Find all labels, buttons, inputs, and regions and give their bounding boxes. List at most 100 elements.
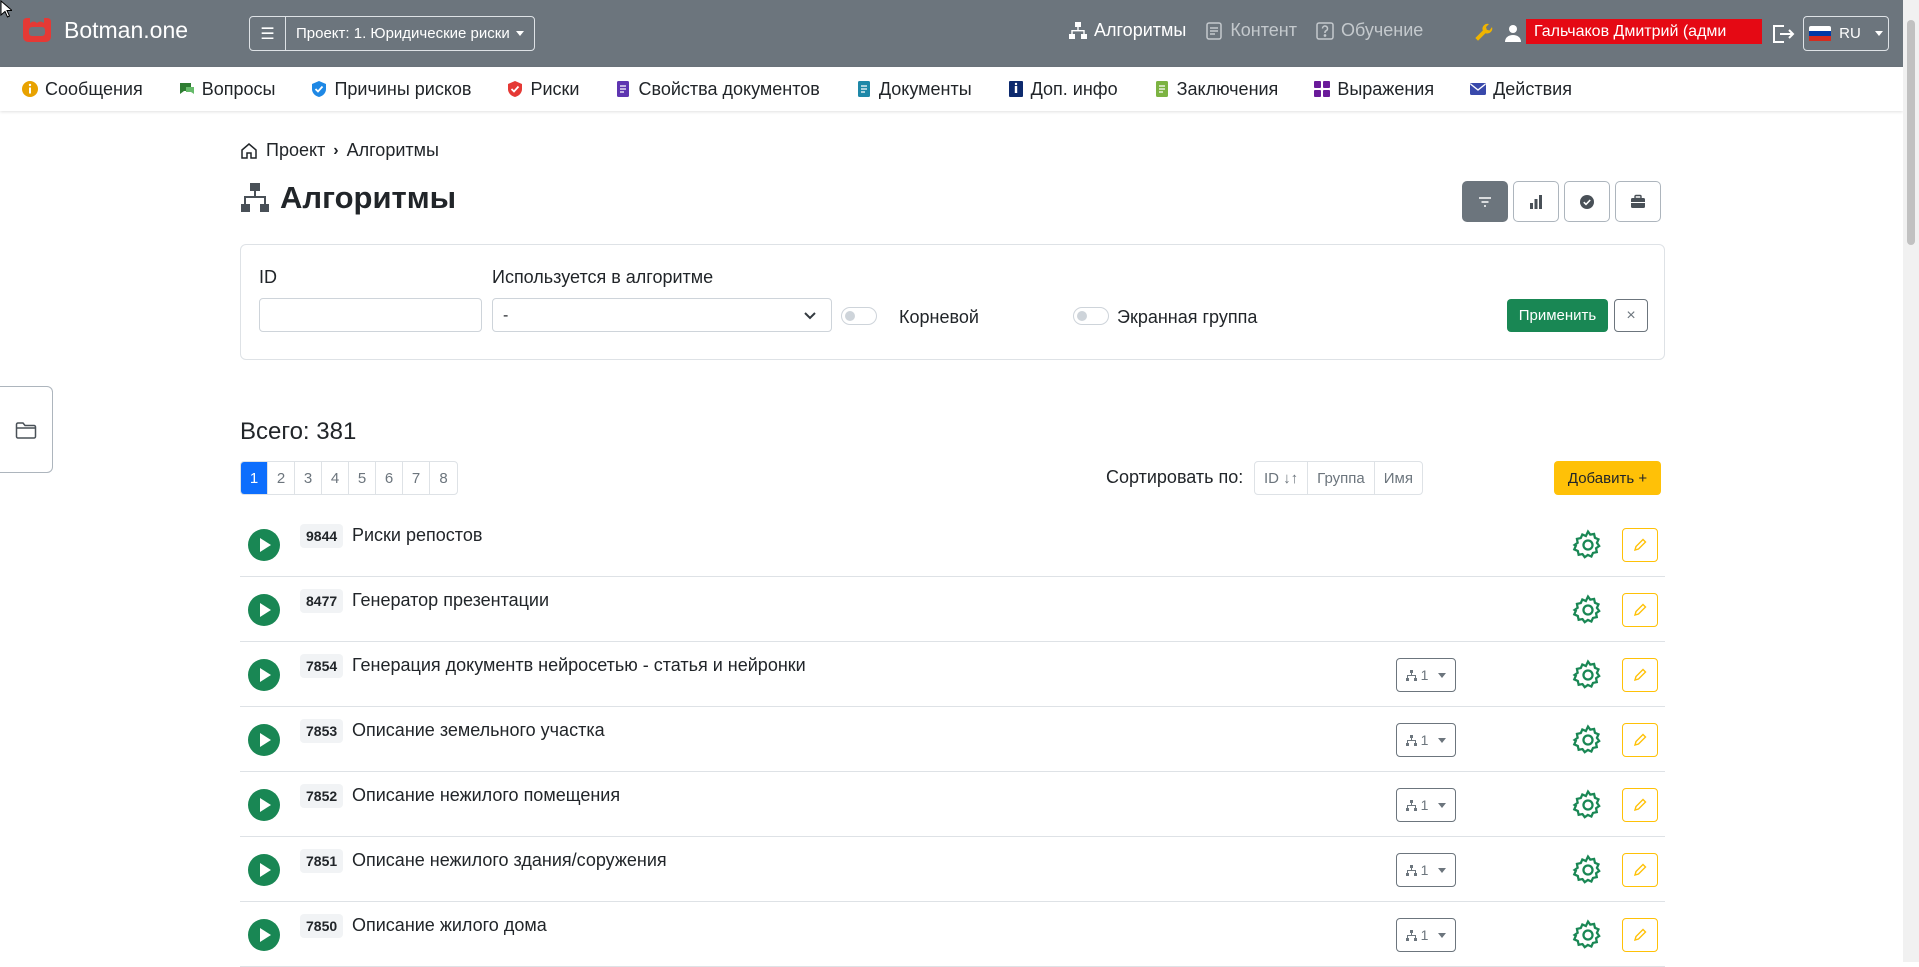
page-4[interactable]: 4 — [322, 462, 349, 494]
check-badge-icon — [1580, 194, 1594, 209]
gear-icon[interactable] — [1571, 853, 1605, 887]
logout-icon[interactable] — [1770, 22, 1796, 46]
add-algorithm-button[interactable]: Добавить + — [1554, 461, 1661, 495]
filter-icon — [1479, 196, 1491, 207]
edit-button[interactable] — [1622, 723, 1658, 757]
gear-icon[interactable] — [1571, 528, 1605, 562]
menu-item-documents[interactable]: Документы — [855, 79, 972, 100]
archive-button[interactable] — [1615, 181, 1661, 222]
menu-item-questions[interactable]: Вопросы — [178, 79, 275, 100]
page-6[interactable]: 6 — [376, 462, 403, 494]
language-selector[interactable]: RU — [1803, 16, 1889, 51]
play-icon[interactable] — [248, 724, 280, 756]
clear-filter-button[interactable]: × — [1614, 299, 1648, 332]
play-icon[interactable] — [248, 529, 280, 561]
folder-panel-toggle[interactable] — [0, 386, 53, 473]
page-8[interactable]: 8 — [430, 462, 457, 494]
brand-name: Botman.one — [64, 16, 189, 43]
pencil-icon — [1633, 668, 1647, 682]
play-icon[interactable] — [248, 789, 280, 821]
gear-icon[interactable] — [1571, 723, 1605, 757]
pencil-icon — [1633, 863, 1647, 877]
play-icon[interactable] — [248, 919, 280, 951]
used-by-dropdown[interactable]: 1 — [1396, 658, 1456, 692]
edit-button[interactable] — [1622, 658, 1658, 692]
menu-item-conclusions[interactable]: Заключения — [1153, 78, 1279, 100]
play-icon[interactable] — [248, 854, 280, 886]
page-5[interactable]: 5 — [349, 462, 376, 494]
sort-by-name-button[interactable]: Имя — [1375, 462, 1422, 494]
used-in-select[interactable]: - — [492, 298, 832, 332]
caret-down-icon — [1438, 932, 1447, 938]
menu-item-messages[interactable]: Сообщения — [21, 79, 143, 100]
used-by-dropdown[interactable]: 1 — [1396, 918, 1456, 952]
project-dropdown[interactable]: Проект: 1. Юридические риски — [286, 17, 534, 50]
used-by-count: 1 — [1420, 862, 1429, 878]
gear-icon[interactable] — [1571, 593, 1605, 627]
screen-group-toggle[interactable] — [1073, 307, 1109, 325]
pencil-icon — [1633, 603, 1647, 617]
used-by-dropdown[interactable]: 1 — [1396, 853, 1456, 887]
gear-icon[interactable] — [1571, 658, 1605, 692]
play-icon[interactable] — [248, 659, 280, 691]
nav-training[interactable]: Обучение — [1315, 20, 1423, 41]
edit-button[interactable] — [1622, 918, 1658, 952]
stats-button[interactable] — [1513, 181, 1559, 222]
menu-item-risk-causes[interactable]: Причины рисков — [310, 79, 471, 100]
algorithm-name[interactable]: Риски репостов — [352, 525, 482, 546]
caret-down-icon — [1874, 31, 1883, 36]
menu-item-expressions[interactable]: Выражения — [1313, 79, 1434, 100]
page-1[interactable]: 1 — [241, 462, 268, 494]
filter-toggle-button[interactable] — [1462, 181, 1508, 222]
used-by-count: 1 — [1420, 927, 1429, 943]
info-circle-icon — [22, 81, 38, 97]
algorithm-name[interactable]: Генератор презентации — [352, 590, 549, 611]
caret-down-icon — [1438, 737, 1447, 743]
menu-label: Заключения — [1176, 78, 1279, 99]
page-scrollbar[interactable] — [1903, 0, 1919, 962]
pencil-icon — [1633, 928, 1647, 942]
sort-by-id-button[interactable]: ID ↓↑ — [1255, 462, 1309, 494]
nav-content[interactable]: Контент — [1204, 20, 1297, 41]
verify-button[interactable] — [1564, 181, 1610, 222]
edit-button[interactable] — [1622, 593, 1658, 627]
apply-button[interactable]: Применить — [1507, 299, 1608, 332]
brand[interactable]: Botman.one — [20, 16, 188, 44]
menu-item-actions[interactable]: Действия — [1469, 79, 1572, 100]
project-label: Проект: 1. Юридические риски — [296, 25, 510, 42]
wrench-icon[interactable] — [1472, 22, 1496, 46]
algorithm-name[interactable]: Генерация документв нейросетью - статья … — [352, 655, 806, 676]
gear-icon[interactable] — [1571, 788, 1605, 822]
gear-icon[interactable] — [1571, 918, 1605, 952]
breadcrumb: Проект › Алгоритмы — [240, 140, 439, 161]
nav-label: Контент — [1230, 20, 1297, 40]
page-2[interactable]: 2 — [268, 462, 295, 494]
sort-by-group-button[interactable]: Группа — [1308, 462, 1375, 494]
used-by-dropdown[interactable]: 1 — [1396, 723, 1456, 757]
algorithm-name[interactable]: Описание земельного участка — [352, 720, 605, 741]
edit-button[interactable] — [1622, 788, 1658, 822]
id-input[interactable] — [259, 298, 482, 332]
bar-chart-icon — [1530, 194, 1542, 209]
nav-label: Обучение — [1341, 20, 1424, 40]
used-by-dropdown[interactable]: 1 — [1396, 788, 1456, 822]
page-3[interactable]: 3 — [295, 462, 322, 494]
play-icon[interactable] — [248, 594, 280, 626]
edit-button[interactable] — [1622, 853, 1658, 887]
root-toggle[interactable] — [841, 307, 877, 325]
breadcrumb-root[interactable]: Проект — [266, 140, 325, 161]
nav-algorithms[interactable]: Алгоритмы — [1068, 20, 1186, 41]
menu-item-risks[interactable]: Риски — [506, 79, 579, 100]
scrollbar-thumb[interactable] — [1907, 20, 1915, 245]
edit-button[interactable] — [1622, 528, 1658, 562]
algorithm-name[interactable]: Описание нежилого помещения — [352, 785, 620, 806]
menu-item-extra-info[interactable]: Доп. инфо — [1007, 79, 1118, 100]
menu-item-document-properties[interactable]: Свойства документов — [614, 79, 820, 100]
list-item: 7851 Описане нежилого здания/соружения 1 — [240, 837, 1665, 902]
content-icon — [1206, 21, 1223, 40]
project-menu-button[interactable]: ☰ — [250, 17, 286, 50]
page-7[interactable]: 7 — [403, 462, 430, 494]
user-name-redacted[interactable]: Гальчаков Дмитрий (адми — [1526, 19, 1762, 44]
algorithm-name[interactable]: Описане нежилого здания/соружения — [352, 850, 667, 871]
algorithm-name[interactable]: Описание жилого дома — [352, 915, 547, 936]
